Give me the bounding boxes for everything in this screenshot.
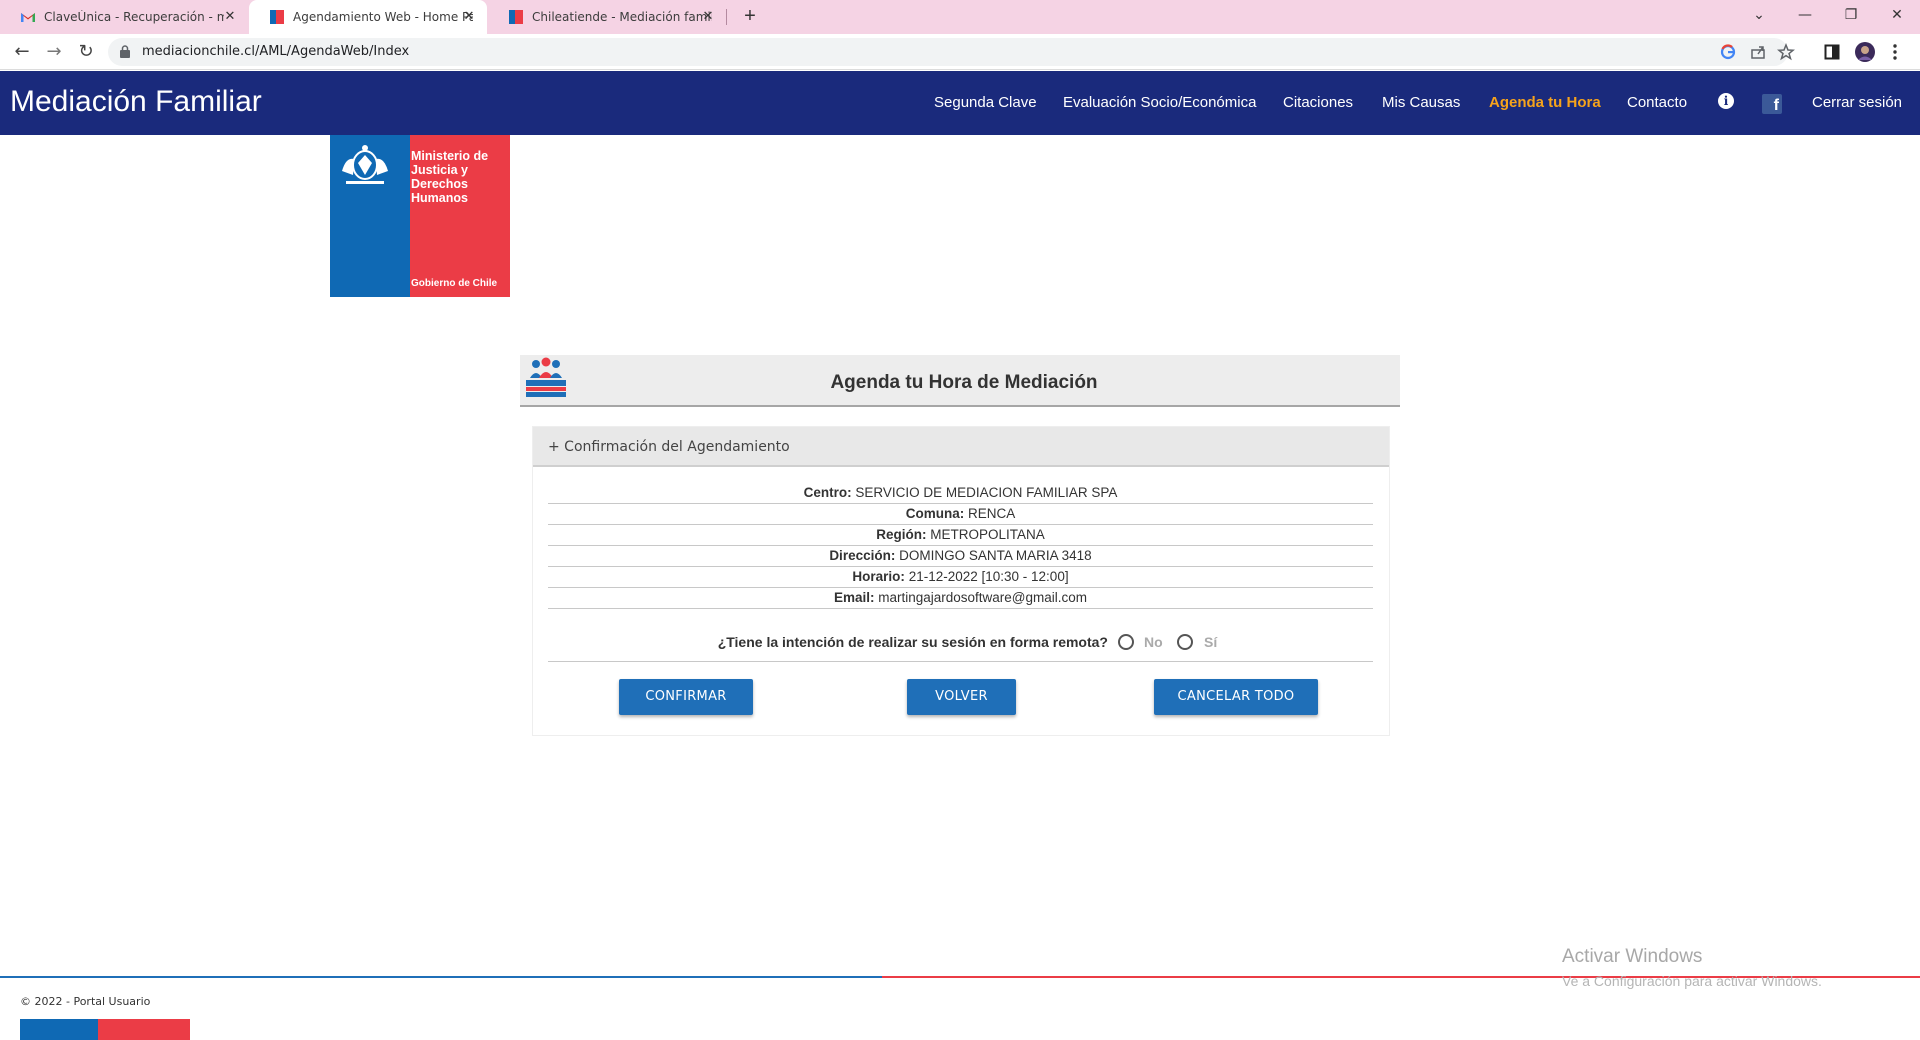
radio-si[interactable]	[1177, 634, 1193, 650]
detail-label: Horario:	[852, 569, 905, 584]
lock-icon	[120, 45, 130, 58]
browser-toolbar: ← → ↻ mediacionchile.cl/AML/AgendaWeb/In…	[0, 34, 1920, 70]
gobierno-logo: Ministerio de Justicia y Derechos Humano…	[330, 135, 510, 297]
site-brand[interactable]: Mediación Familiar	[10, 85, 262, 119]
detail-label: Comuna:	[905, 506, 965, 521]
address-bar[interactable]: mediacionchile.cl/AML/AgendaWeb/Index	[108, 38, 1795, 66]
close-window-button[interactable]: ✕	[1874, 0, 1920, 30]
detail-label: Centro:	[803, 485, 852, 500]
detail-value: RENCA	[968, 506, 1016, 521]
tab-title: ClaveÚnica - Recuperación - mar	[44, 10, 224, 24]
detail-row-direccion: Dirección: DOMINGO SANTA MARIA 3418	[548, 546, 1373, 567]
nav-segunda-clave[interactable]: Segunda Clave	[934, 94, 1037, 111]
tab-close-icon[interactable]: ✕	[700, 9, 716, 25]
section-header[interactable]: + Confirmación del Agendamiento	[533, 427, 1389, 467]
minimize-button[interactable]: —	[1782, 0, 1828, 30]
confirmation-card: + Confirmación del Agendamiento Centro: …	[532, 426, 1390, 736]
detail-value: DOMINGO SANTA MARIA 3418	[899, 548, 1092, 563]
confirmar-button[interactable]: CONFIRMAR	[619, 679, 753, 715]
tab-agendamiento[interactable]: Agendamiento Web - Home Pag ✕	[249, 0, 487, 34]
restore-button[interactable]: ❐	[1828, 0, 1874, 30]
volver-button[interactable]: VOLVER	[907, 679, 1016, 715]
detail-label: Dirección:	[829, 548, 896, 563]
footer-copyright: © 2022 - Portal Usuario	[20, 995, 151, 1008]
radio-no-label[interactable]: No	[1144, 634, 1163, 650]
nav-mis-causas[interactable]: Mis Causas	[1382, 94, 1460, 111]
forward-button[interactable]: →	[42, 40, 66, 64]
coat-of-arms-icon	[342, 145, 388, 184]
google-icon[interactable]	[1718, 42, 1738, 62]
share-icon[interactable]	[1748, 42, 1768, 62]
tab-close-icon[interactable]: ✕	[461, 9, 477, 25]
detail-value: martingajardosoftware@gmail.com	[878, 590, 1088, 605]
chile-gov-icon	[509, 10, 523, 24]
tab-separator	[726, 9, 727, 25]
activate-windows-title: Activar Windows	[1562, 946, 1703, 967]
detail-row-horario: Horario: 21-12-2022 [10:30 - 12:00]	[548, 567, 1373, 588]
gobierno-label: Gobierno de Chile	[411, 278, 498, 289]
detail-row-email: Email: martingajardosoftware@gmail.com	[548, 588, 1373, 609]
tab-title: Agendamiento Web - Home Pag	[293, 10, 473, 24]
nav-citaciones[interactable]: Citaciones	[1283, 94, 1353, 111]
kebab-menu-icon[interactable]	[1892, 43, 1898, 61]
nav-cerrar-sesion[interactable]: Cerrar sesión	[1812, 94, 1902, 111]
info-icon[interactable]: i	[1718, 93, 1734, 109]
radio-no[interactable]	[1118, 634, 1134, 650]
reload-button[interactable]: ↻	[74, 40, 98, 64]
radio-si-label[interactable]: Sí	[1204, 634, 1217, 650]
section-title: + Confirmación del Agendamiento	[548, 439, 790, 455]
detail-row-centro: Centro: SERVICIO DE MEDIACION FAMILIAR S…	[548, 483, 1373, 504]
tab-chileatiende[interactable]: Chileatiende - Mediación familia ✕	[488, 0, 726, 34]
detail-value: SERVICIO DE MEDIACION FAMILIAR SPA	[855, 485, 1118, 500]
sidepanel-icon[interactable]	[1824, 44, 1840, 60]
detail-label: Región:	[876, 527, 927, 542]
footer-logo-blue	[20, 1019, 98, 1040]
appointment-details: Centro: SERVICIO DE MEDIACION FAMILIAR S…	[548, 483, 1373, 609]
url-text: mediacionchile.cl/AML/AgendaWeb/Index	[142, 44, 410, 59]
tab-title: Chileatiende - Mediación familia	[532, 10, 712, 24]
back-button[interactable]: ←	[10, 40, 34, 64]
detail-row-comuna: Comuna: RENCA	[548, 504, 1373, 525]
ministry-name: Ministerio de Justicia y Derechos Humano…	[411, 149, 489, 205]
nav-agenda-tu-hora[interactable]: Agenda tu Hora	[1489, 94, 1601, 111]
chile-gov-icon	[270, 10, 284, 24]
cancelar-todo-button[interactable]: CANCELAR TODO	[1154, 679, 1318, 715]
panel-title: Agenda tu Hora de Mediación	[830, 372, 1098, 393]
nav-evaluacion[interactable]: Evaluación Socio/Económica	[1063, 94, 1256, 111]
activate-windows-subtitle: Ve a Configuración para activar Windows.	[1562, 973, 1822, 989]
panel-header: Agenda tu Hora de Mediación	[520, 355, 1400, 407]
browser-tab-strip: ClaveÚnica - Recuperación - mar ✕ Agenda…	[0, 0, 1920, 34]
gmail-icon	[21, 13, 35, 22]
facebook-icon[interactable]: f	[1762, 94, 1782, 114]
tab-search-button[interactable]: ⌄	[1736, 0, 1782, 30]
nav-contacto[interactable]: Contacto	[1627, 94, 1687, 111]
site-navbar: Mediación Familiar Segunda Clave Evaluac…	[0, 71, 1920, 135]
detail-value: METROPOLITANA	[930, 527, 1045, 542]
detail-value: 21-12-2022 [10:30 - 12:00]	[908, 569, 1069, 584]
new-tab-button[interactable]: +	[738, 5, 762, 29]
footer-line-blue	[0, 976, 882, 978]
remote-session-question: ¿Tiene la intención de realizar su sesió…	[548, 624, 1373, 662]
detail-label: Email:	[833, 590, 875, 605]
tab-claveunica[interactable]: ClaveÚnica - Recuperación - mar ✕	[0, 0, 248, 34]
question-text: ¿Tiene la intención de realizar su sesió…	[717, 634, 1108, 650]
footer-logo-red	[98, 1019, 190, 1040]
profile-avatar[interactable]	[1854, 41, 1876, 63]
detail-row-region: Región: METROPOLITANA	[548, 525, 1373, 546]
tab-close-icon[interactable]: ✕	[222, 9, 238, 25]
star-icon[interactable]	[1776, 42, 1796, 62]
